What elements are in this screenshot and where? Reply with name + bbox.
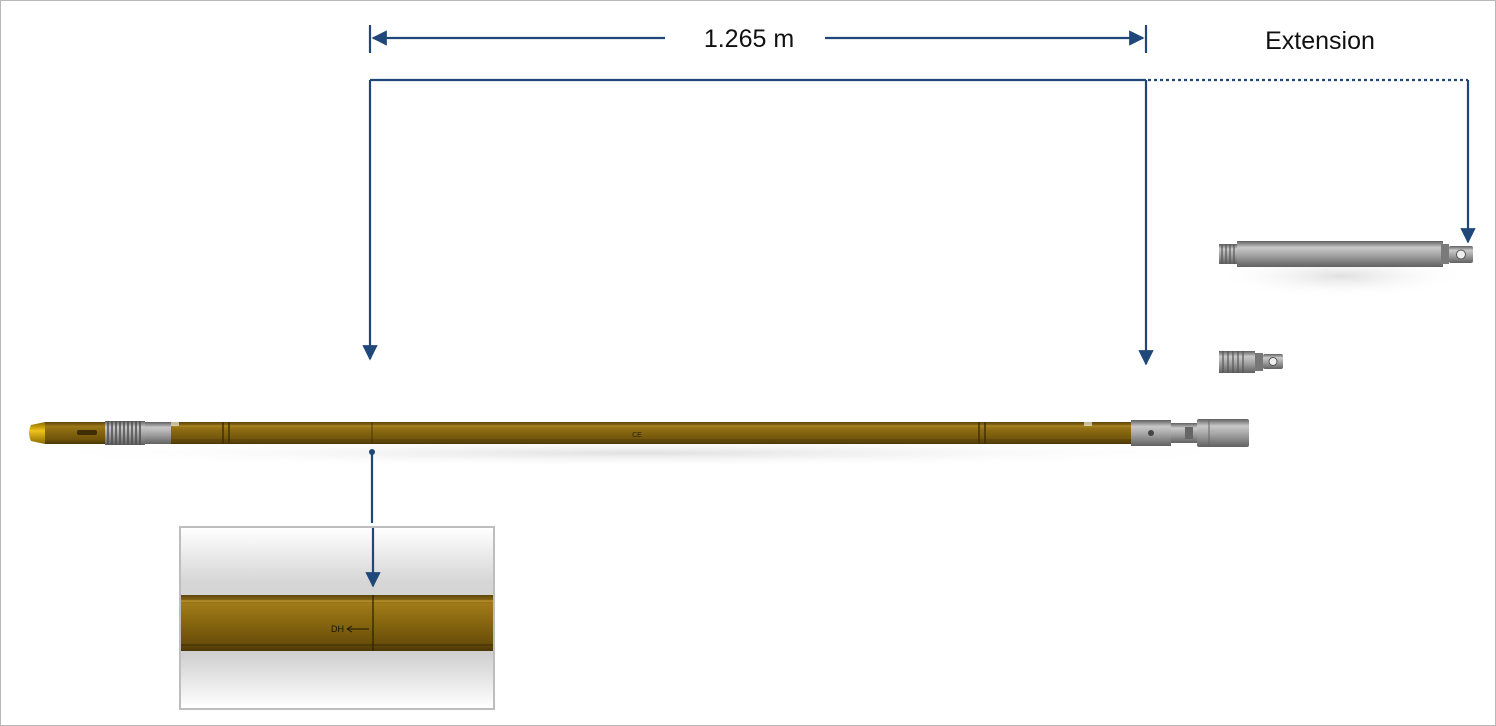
- extension-coupler-short: [1219, 351, 1283, 373]
- probe-spring: [105, 421, 145, 445]
- probe-tip: [29, 422, 45, 444]
- dimension-indicator: 1.265 m: [368, 25, 1148, 53]
- inset-probe-body: [181, 595, 493, 651]
- zoom-inset: DH: [179, 526, 495, 710]
- diagram-frame: 1.265 m Extension CE DH: [0, 0, 1496, 726]
- measurement-bracket: [362, 78, 1476, 366]
- probe: CE: [29, 419, 1249, 447]
- probe-ce-mark: CE: [632, 432, 642, 439]
- extension-label: Extension: [1265, 27, 1375, 55]
- probe-body: [171, 422, 1131, 444]
- inset-dh-mark: DH: [331, 624, 344, 634]
- zoom-inset-image: DH: [181, 528, 493, 708]
- probe-connector: [1197, 419, 1249, 447]
- dimension-label: 1.265 m: [704, 25, 794, 53]
- extension-rod-long: [1219, 241, 1473, 267]
